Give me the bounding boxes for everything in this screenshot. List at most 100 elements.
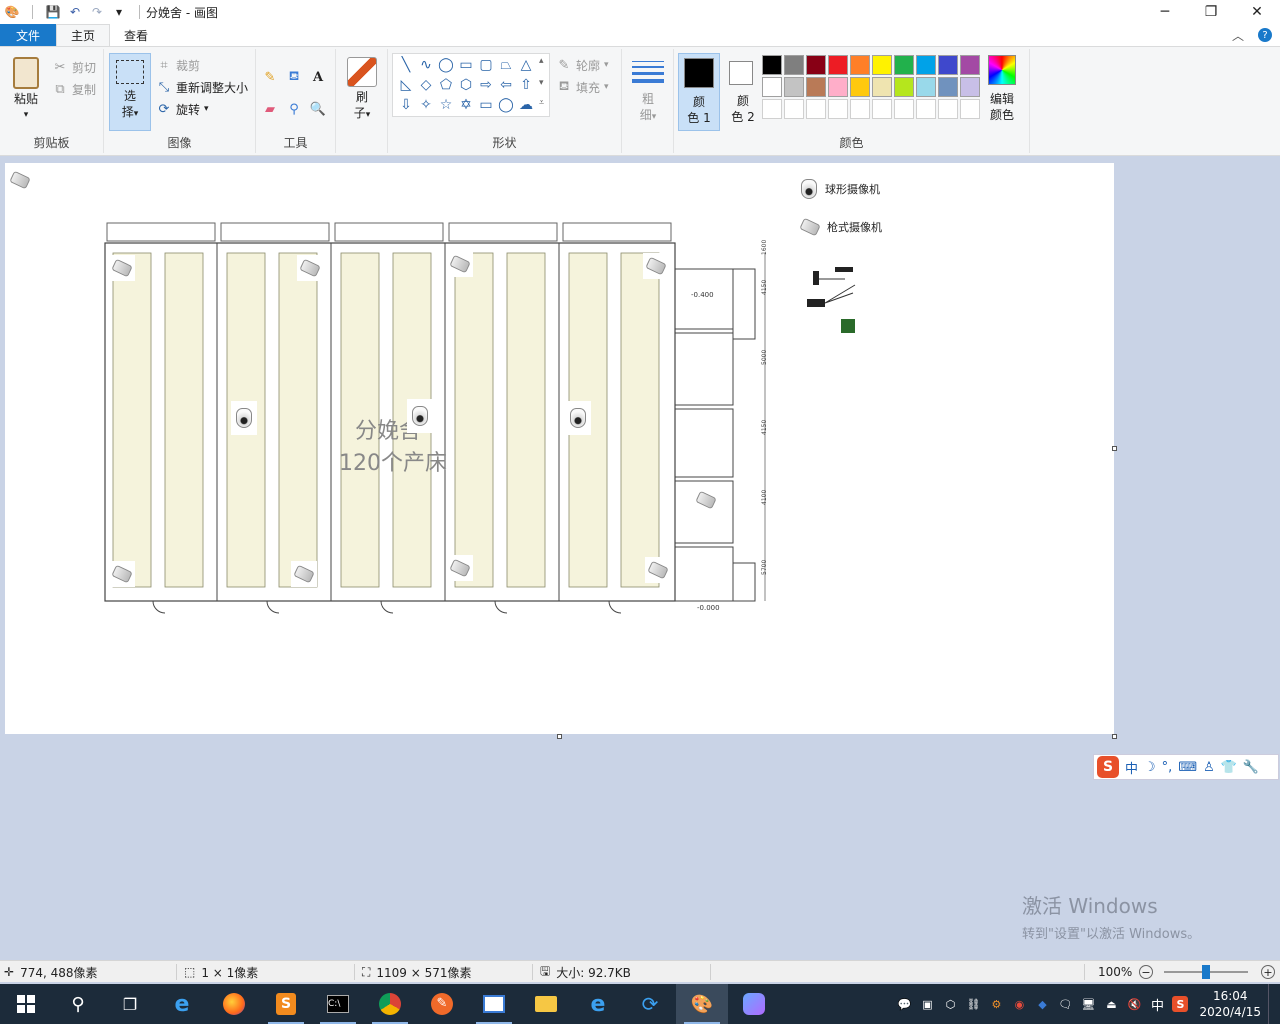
taskbar-app-orange[interactable]: ✎: [416, 984, 468, 1024]
four-point-star-shape-icon[interactable]: ✧: [417, 96, 435, 114]
color1-button[interactable]: 颜 色 1: [678, 53, 720, 131]
tab-view[interactable]: 查看: [110, 24, 162, 46]
taskbar-chrome[interactable]: [364, 984, 416, 1024]
pentagon-shape-icon[interactable]: ⬠: [437, 76, 455, 94]
tray-red-icon[interactable]: ◉: [1011, 996, 1027, 1012]
palette-swatch[interactable]: [784, 77, 804, 97]
palette-swatch-empty[interactable]: [762, 99, 782, 119]
tab-file[interactable]: 文件: [0, 24, 56, 46]
palette-swatch[interactable]: [960, 55, 980, 75]
taskbar-paint[interactable]: 🎨: [676, 984, 728, 1024]
taskbar-window-app[interactable]: [468, 984, 520, 1024]
palette-swatch[interactable]: [762, 55, 782, 75]
paste-button[interactable]: 粘贴 ▾: [6, 55, 46, 123]
cut-button[interactable]: ✂ 剪切: [52, 57, 96, 77]
palette-swatch-empty[interactable]: [850, 99, 870, 119]
diamond-shape-icon[interactable]: ◇: [417, 76, 435, 94]
tray-ime-label[interactable]: 中: [1149, 996, 1165, 1014]
paint-app-icon[interactable]: 🎨: [4, 4, 20, 20]
resize-handle-bottom[interactable]: [557, 734, 562, 739]
up-arrow-shape-icon[interactable]: ⇧: [517, 76, 535, 94]
zoom-in-button[interactable]: +: [1261, 965, 1275, 979]
cloud-callout-shape-icon[interactable]: ☁: [517, 96, 535, 114]
cube-icon[interactable]: ⬡: [942, 996, 958, 1012]
keyboard-icon[interactable]: ⌨: [1178, 760, 1197, 775]
scroll-up-icon[interactable]: ▴: [539, 56, 544, 66]
taskbar-app-purple[interactable]: [728, 984, 780, 1024]
crop-button[interactable]: ⌗ 裁剪: [156, 55, 200, 75]
network-share-icon[interactable]: ⛓: [965, 996, 981, 1012]
hexagon-shape-icon[interactable]: ⬡: [457, 76, 475, 94]
callout-oval-shape-icon[interactable]: ◯: [497, 96, 515, 114]
moon-icon[interactable]: ☽: [1144, 760, 1156, 775]
sogou-tray-icon[interactable]: S: [1172, 996, 1189, 1012]
fill-bucket-icon[interactable]: ⛾: [286, 69, 302, 85]
show-desktop-button[interactable]: [1268, 984, 1274, 1024]
edit-colors-button[interactable]: 编辑 颜色: [982, 91, 1022, 123]
color-picker-icon[interactable]: ⚲: [286, 101, 302, 117]
sogou-icon[interactable]: S: [1097, 756, 1119, 778]
taskbar-search-app[interactable]: ⟳: [624, 984, 676, 1024]
palette-swatch-empty[interactable]: [784, 99, 804, 119]
palette-swatch[interactable]: [872, 55, 892, 75]
taskbar-terminal[interactable]: C:\: [312, 984, 364, 1024]
palette-swatch[interactable]: [938, 55, 958, 75]
tray-blue-icon[interactable]: ◆: [1034, 996, 1050, 1012]
taskbar-firefox[interactable]: [208, 984, 260, 1024]
scroll-down-icon[interactable]: ▾: [539, 78, 544, 88]
start-button[interactable]: [0, 984, 52, 1024]
customize-dropdown-icon[interactable]: ▾: [111, 4, 127, 20]
shirt-icon[interactable]: 👕: [1221, 760, 1237, 775]
taskbar-ie-2[interactable]: e: [572, 984, 624, 1024]
wrench-icon[interactable]: 🔧: [1243, 760, 1259, 775]
text-icon[interactable]: A: [310, 69, 326, 85]
user-icon[interactable]: ♙: [1203, 760, 1215, 775]
taskbar-explorer[interactable]: [520, 984, 572, 1024]
palette-swatch[interactable]: [850, 55, 870, 75]
chat-bubble-icon[interactable]: 🗨: [1057, 996, 1073, 1012]
ime-lang[interactable]: 中: [1125, 758, 1138, 777]
curve-shape-icon[interactable]: ∿: [417, 56, 435, 74]
triangle-shape-icon[interactable]: △: [517, 56, 535, 74]
tab-home[interactable]: 主页: [56, 24, 111, 46]
usb-icon[interactable]: ⏏: [1103, 996, 1119, 1012]
redo-icon[interactable]: ↷: [89, 4, 105, 20]
tray-app-icon[interactable]: ▣: [919, 996, 935, 1012]
right-arrow-shape-icon[interactable]: ⇨: [477, 76, 495, 94]
magnifier-icon[interactable]: 🔍: [310, 101, 326, 117]
palette-swatch-empty[interactable]: [938, 99, 958, 119]
brushes-button[interactable]: 刷 子▾: [342, 55, 382, 123]
clock[interactable]: 16:04 2020/4/15: [1199, 988, 1261, 1020]
palette-swatch[interactable]: [916, 55, 936, 75]
copy-button[interactable]: ⧉ 复制: [52, 79, 96, 99]
palette-swatch-empty[interactable]: [960, 99, 980, 119]
palette-swatch[interactable]: [960, 77, 980, 97]
left-arrow-shape-icon[interactable]: ⇦: [497, 76, 515, 94]
help-icon[interactable]: ?: [1258, 28, 1272, 42]
palette-swatch[interactable]: [828, 77, 848, 97]
palette-swatch[interactable]: [938, 77, 958, 97]
collapse-ribbon-icon[interactable]: ︿: [1232, 27, 1244, 44]
zoom-out-button[interactable]: −: [1139, 965, 1153, 979]
undo-icon[interactable]: ↶: [67, 4, 83, 20]
palette-swatch-empty[interactable]: [872, 99, 892, 119]
select-button[interactable]: 选 择▾: [109, 53, 151, 131]
rectangle-shape-icon[interactable]: ▭: [457, 56, 475, 74]
down-arrow-shape-icon[interactable]: ⇩: [397, 96, 415, 114]
right-triangle-shape-icon[interactable]: ◺: [397, 76, 415, 94]
close-button[interactable]: ✕: [1234, 0, 1280, 24]
edit-colors-icon[interactable]: [988, 55, 1016, 85]
palette-swatch-empty[interactable]: [806, 99, 826, 119]
zoom-slider-thumb[interactable]: [1202, 965, 1210, 979]
palette-swatch[interactable]: [894, 77, 914, 97]
task-view-button[interactable]: ❐: [104, 984, 156, 1024]
volume-icon[interactable]: 🔇: [1126, 996, 1142, 1012]
palette-swatch[interactable]: [828, 55, 848, 75]
canvas[interactable]: 1600 4150 5000 4150 4100 5700 -0.400 -0.000 分…: [5, 163, 1114, 734]
size-button[interactable]: 粗 细▾: [628, 55, 668, 125]
palette-swatch[interactable]: [806, 55, 826, 75]
rotate-button[interactable]: ⟳ 旋转 ▾: [156, 99, 209, 119]
polygon-shape-icon[interactable]: ⏢: [497, 56, 515, 74]
save-icon[interactable]: 💾: [45, 4, 61, 20]
palette-swatch[interactable]: [850, 77, 870, 97]
